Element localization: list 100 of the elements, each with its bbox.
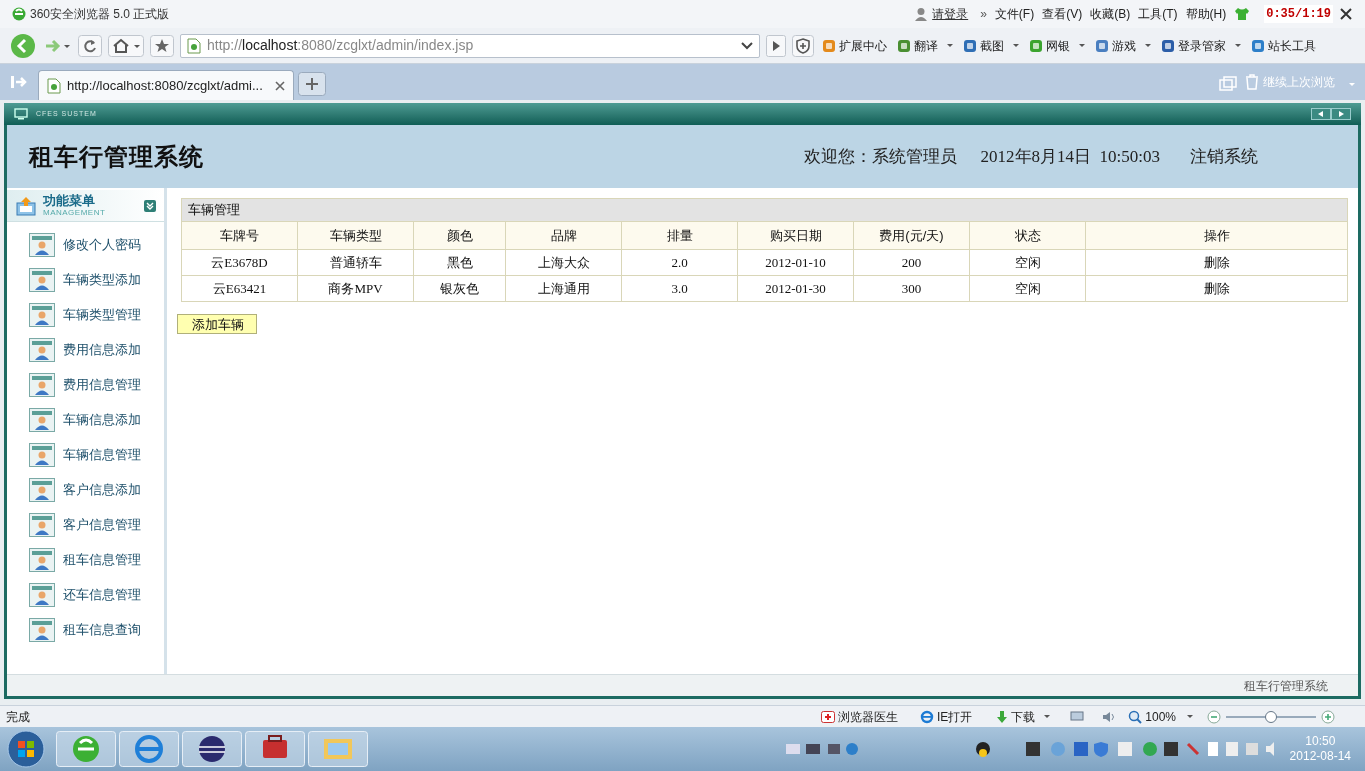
zoom-in-icon[interactable] [1321,709,1335,724]
sidebar-item[interactable]: 租车信息管理 [29,547,164,573]
user-card-icon [29,268,55,292]
user-card-icon [29,233,55,257]
speaker-icon[interactable] [1102,710,1117,723]
toolbar-button[interactable]: 翻译 [895,36,955,55]
user-card-icon [29,478,55,502]
monitor-icon [14,108,28,120]
sidebar-item[interactable]: 车辆信息管理 [29,442,164,468]
toolbar-button[interactable]: 网银 [1027,36,1087,55]
menu-item[interactable]: 查看(V) [1042,5,1083,23]
login-link[interactable]: 请登录 [932,5,969,23]
start-button-icon[interactable] [6,729,46,769]
sidebar-item[interactable]: 客户信息管理 [29,512,164,538]
logout-link[interactable]: 注销系统 [1190,143,1258,170]
toolbar-button[interactable]: 站长工具 [1249,36,1318,55]
download-button[interactable]: 下载 [996,707,1051,726]
zoom-button[interactable]: 100% [1128,707,1193,726]
caret-icon [1235,44,1241,47]
back-icon[interactable] [10,32,36,59]
shield-icon[interactable] [792,34,814,57]
home-icon[interactable] [108,34,144,57]
caret-icon [1013,44,1019,47]
toolbar-icon [1029,38,1043,53]
toolbar-button[interactable]: 扩展中心 [820,36,889,55]
footer-text: 租车行管理系统 [1244,677,1328,695]
user-icon [914,7,929,21]
slider-thumb[interactable] [1265,710,1277,723]
browser-tab[interactable]: http://localhost:8080/zcglxt/admi... [38,70,294,100]
close-icon[interactable] [275,80,285,91]
table-cell: 商务MPV [298,276,414,301]
clock-time: 10:50 [1305,734,1336,749]
ie-icon [919,709,934,724]
user-card-icon [29,408,55,432]
menu-item[interactable]: 收藏(B) [1090,5,1131,23]
sidebar-item[interactable]: 还车信息管理 [29,582,164,608]
ie-open-button[interactable]: IE打开 [919,707,973,726]
menu-title: 功能菜单 [43,194,96,207]
sidebar-item[interactable]: 客户信息添加 [29,477,164,503]
add-vehicle-button[interactable]: 添加车辆 [177,314,257,334]
new-tab-icon[interactable] [298,72,326,96]
toolbar-button[interactable]: 游戏 [1093,36,1153,55]
delete-link[interactable]: 删除 [1086,250,1347,275]
arrows-icon[interactable] [1311,108,1351,120]
sidebar-item[interactable]: 车辆信息添加 [29,407,164,433]
toolbar-button[interactable]: 截图 [961,36,1021,55]
menu-item[interactable]: 工具(T) [1138,5,1178,23]
refresh-icon[interactable] [78,34,102,57]
sidebar-item[interactable]: 修改个人密码 [29,232,164,258]
toolbar-button[interactable]: 登录管家 [1159,36,1243,55]
browser-app-icon[interactable] [56,731,116,767]
play-icon[interactable] [766,34,786,57]
toolbar-icon [897,38,911,53]
shirt-icon[interactable] [1234,7,1251,21]
column-header: 操作 [1202,226,1231,245]
sidebar-item[interactable]: 费用信息管理 [29,372,164,398]
page-title: 租车行管理系统 [29,141,204,172]
table-title: 车辆管理 [182,199,1347,221]
table-cell: 云E63421 [182,276,298,301]
zoom-out-icon[interactable] [1207,709,1221,724]
collapse-icon[interactable] [144,199,156,212]
ie-app-icon[interactable] [119,731,179,767]
delete-link[interactable]: 删除 [1086,276,1347,301]
ide-app-icon[interactable] [182,731,242,767]
more-text: » [980,6,987,23]
toolbox-app-icon[interactable] [245,731,305,767]
user-card-icon [29,373,55,397]
table-cell: 上海通用 [506,276,622,301]
close-icon[interactable] [1339,7,1353,21]
caret-icon [1145,44,1151,47]
table-cell: 2012-01-30 [738,276,854,301]
address-field[interactable]: http://localhost:8080/zcglxt/admin/index.jsp [180,33,760,58]
menu-item[interactable]: 帮助(H) [1185,5,1227,23]
toolbar-icon [1095,38,1109,53]
clock-date: 2012-08-14 [1289,749,1351,764]
page-icon [47,77,61,94]
page-icon [187,37,201,54]
toolbar-icon [822,38,836,53]
chevron-down-icon[interactable] [741,40,753,51]
user-card-icon [29,583,55,607]
sidebar-item[interactable]: 租车信息查询 [29,617,164,643]
caret-icon [1187,715,1193,718]
screen-icon[interactable] [1070,710,1085,723]
menu-subtitle: MANAGEMENT [43,209,106,217]
sidebar-item[interactable]: 车辆类型管理 [29,302,164,328]
toolbar-icon [963,38,977,53]
toolbar-icon [1251,38,1265,53]
sidebar-toggle-icon[interactable] [10,74,28,90]
zoom-icon [1128,709,1143,724]
sidebar-item[interactable]: 车辆类型添加 [29,267,164,293]
doctor-button[interactable]: 浏览器医生 [820,707,898,726]
status-text: 完成 [6,708,30,726]
sidebar-item[interactable]: 费用信息添加 [29,337,164,363]
table-cell: 空闲 [970,276,1086,301]
table-cell: 3.0 [622,276,738,301]
user-card-icon [29,303,55,327]
menu-item[interactable]: 文件(F) [994,5,1035,23]
caret-icon [1079,44,1085,47]
user-card-icon [29,618,55,642]
caret-icon [1044,715,1051,718]
